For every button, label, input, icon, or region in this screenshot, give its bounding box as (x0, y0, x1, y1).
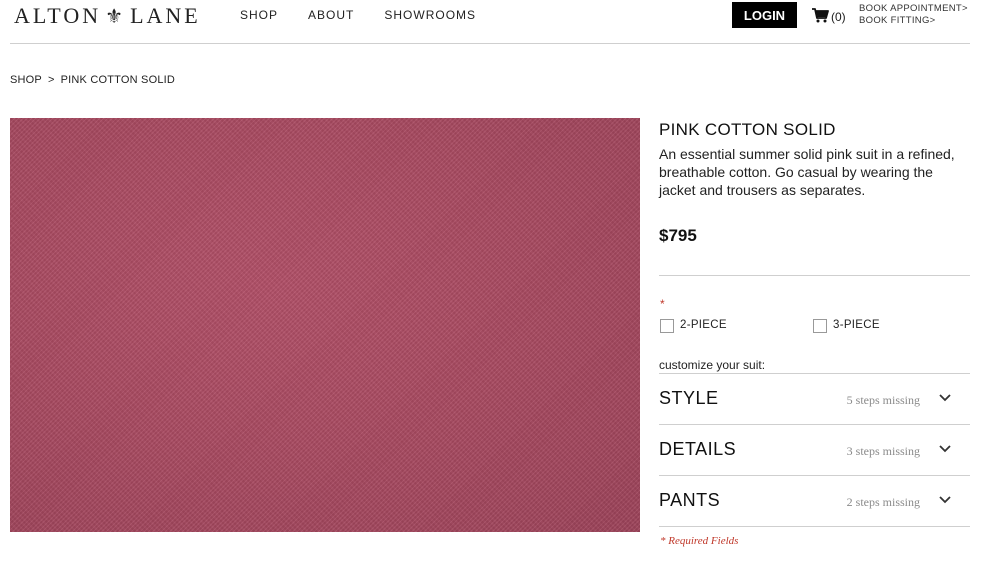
three-piece-option[interactable]: 3-PIECE (813, 316, 880, 333)
accordion-details-label: DETAILS (659, 439, 737, 459)
accordion-pants-status: 2 steps missing (846, 495, 920, 509)
two-piece-checkbox[interactable] (660, 319, 674, 333)
accordion-details-status: 3 steps missing (846, 444, 920, 458)
accordion-pants-label: PANTS (659, 490, 721, 510)
product-title: PINK COTTON SOLID (659, 120, 836, 139)
price-divider (659, 275, 970, 276)
nav-showrooms[interactable]: SHOWROOMS (384, 8, 476, 22)
appointment-links: BOOK APPOINTMENT> BOOK FITTING> (859, 3, 968, 27)
accordion-style[interactable]: STYLE 5 steps missing (659, 373, 970, 424)
required-indicator: * (660, 297, 665, 311)
logo-text-right: LANE (130, 3, 201, 28)
chevron-down-icon (938, 390, 952, 404)
main-nav: SHOP ABOUT SHOWROOMS (240, 8, 476, 22)
header-divider (10, 43, 970, 44)
accordion-bottom-divider (659, 526, 970, 527)
accordion-pants[interactable]: PANTS 2 steps missing (659, 475, 970, 526)
logo-text-left: ALTON (14, 3, 102, 28)
breadcrumb-separator: > (47, 74, 55, 86)
two-piece-option[interactable]: 2-PIECE (660, 316, 727, 333)
breadcrumb-current[interactable]: PINK COTTON SOLID (61, 74, 175, 86)
nav-shop[interactable]: SHOP (240, 8, 278, 22)
chevron-down-icon (938, 492, 952, 506)
required-fields-note: * Required Fields (660, 535, 739, 547)
chevron-down-icon (938, 441, 952, 455)
logo[interactable]: ALTON ⚜ LANE (14, 3, 201, 29)
three-piece-label: 3-PIECE (833, 318, 880, 331)
login-button[interactable]: LOGIN (732, 2, 797, 28)
cart-link[interactable]: (0) (811, 7, 846, 26)
book-appointment-link[interactable]: BOOK APPOINTMENT> (859, 3, 968, 15)
three-piece-checkbox[interactable] (813, 319, 827, 333)
accordion-style-label: STYLE (659, 388, 719, 408)
cart-icon (811, 7, 829, 26)
customize-label: customize your suit: (659, 358, 766, 372)
nav-about[interactable]: ABOUT (308, 8, 354, 22)
breadcrumb-shop[interactable]: SHOP (10, 74, 42, 86)
accordion-details[interactable]: DETAILS 3 steps missing (659, 424, 970, 475)
product-price: $795 (659, 226, 697, 245)
two-piece-label: 2-PIECE (680, 318, 727, 331)
product-description: An essential summer solid pink suit in a… (659, 146, 955, 198)
cart-count: (0) (831, 9, 846, 24)
logo-mark-icon: ⚜ (105, 5, 127, 28)
fabric-swatch-image (10, 118, 640, 532)
accordion-style-status: 5 steps missing (846, 393, 920, 407)
breadcrumb: SHOP > PINK COTTON SOLID (10, 74, 175, 86)
book-fitting-link[interactable]: BOOK FITTING> (859, 15, 968, 27)
